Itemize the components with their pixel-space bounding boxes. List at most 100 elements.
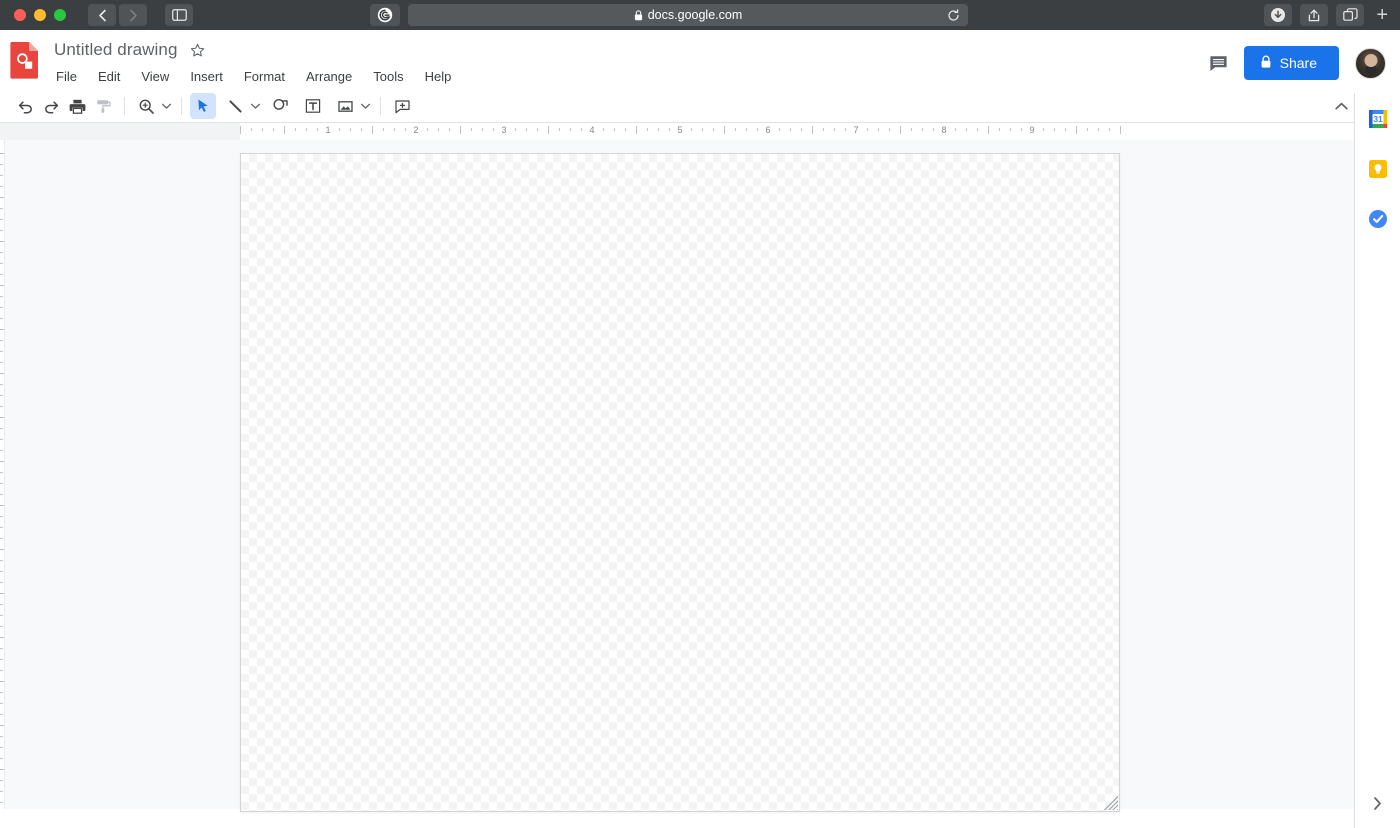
canvas-area[interactable] xyxy=(5,140,1400,812)
google-calendar-icon[interactable]: 31 xyxy=(1366,107,1390,131)
image-dropdown-caret[interactable] xyxy=(358,93,372,119)
ruler-tick xyxy=(647,128,648,131)
add-comment-button[interactable] xyxy=(389,93,415,119)
ruler-tick xyxy=(0,307,3,308)
ruler-tick xyxy=(625,128,626,131)
ruler-tick xyxy=(922,128,923,131)
ruler-tick xyxy=(0,263,3,264)
ruler-tick xyxy=(867,128,868,131)
ruler-tick xyxy=(1054,128,1055,131)
zoom-button[interactable] xyxy=(133,93,159,119)
back-button[interactable] xyxy=(88,4,116,26)
ruler-tick xyxy=(801,128,802,131)
ruler-label: 3 xyxy=(501,125,507,135)
reload-icon[interactable] xyxy=(947,8,960,22)
ruler-tick xyxy=(438,128,439,131)
star-icon[interactable] xyxy=(190,43,205,58)
share-button[interactable] xyxy=(1300,4,1329,26)
ruler-tick xyxy=(339,128,340,131)
ruler-tick xyxy=(372,126,373,134)
google-tasks-icon[interactable] xyxy=(1366,207,1390,231)
ruler-tick xyxy=(0,780,3,781)
ruler-tick xyxy=(570,128,571,131)
menu-file[interactable]: File xyxy=(54,68,79,85)
ruler-label: 9 xyxy=(1029,125,1035,135)
menu-arrange[interactable]: Arrange xyxy=(304,68,354,85)
ruler-tick xyxy=(471,128,472,131)
ruler-tick xyxy=(0,571,3,572)
menu-format[interactable]: Format xyxy=(242,68,287,85)
drawing-toolbar xyxy=(0,90,1400,123)
ruler-tick xyxy=(537,128,538,131)
zoom-dropdown-caret[interactable] xyxy=(159,93,173,119)
menu-view[interactable]: View xyxy=(139,68,171,85)
comment-history-icon[interactable] xyxy=(1209,54,1228,73)
ruler-label: 4 xyxy=(589,125,595,135)
avatar[interactable] xyxy=(1355,47,1386,79)
menu-help[interactable]: Help xyxy=(423,68,454,85)
undo-button[interactable] xyxy=(12,93,38,119)
ruler-tick xyxy=(240,126,241,134)
close-window-button[interactable] xyxy=(14,9,26,21)
redo-button[interactable] xyxy=(38,93,64,119)
share-button[interactable]: Share xyxy=(1243,46,1339,80)
workspace xyxy=(0,140,1400,812)
toolbar-divider xyxy=(181,97,182,115)
ruler-tick xyxy=(449,128,450,131)
drawing-canvas[interactable] xyxy=(240,153,1120,812)
ruler-tick xyxy=(1098,128,1099,131)
ruler-tick xyxy=(977,128,978,131)
new-tab-button[interactable]: + xyxy=(1372,5,1392,25)
line-dropdown-caret[interactable] xyxy=(248,93,262,119)
menu-edit[interactable]: Edit xyxy=(96,68,122,85)
url-field[interactable]: docs.google.com xyxy=(408,4,968,26)
ruler-tick xyxy=(1043,128,1044,131)
address-bar-group: docs.google.com xyxy=(370,4,968,26)
ruler-tick xyxy=(823,128,824,131)
maximize-window-button[interactable] xyxy=(54,9,66,21)
ruler-label: 1 xyxy=(325,125,331,135)
ruler-tick xyxy=(735,128,736,131)
menu-insert[interactable]: Insert xyxy=(188,68,225,85)
ruler-tick xyxy=(0,747,3,748)
ruler-tick xyxy=(702,128,703,131)
ruler-tick xyxy=(757,128,758,131)
ruler-tick xyxy=(559,128,560,131)
ruler-tick xyxy=(933,128,934,131)
collapse-toolbar-button[interactable] xyxy=(1328,93,1354,119)
line-tool-button[interactable] xyxy=(222,93,248,119)
print-button[interactable] xyxy=(64,93,90,119)
ruler-tick xyxy=(0,472,3,473)
tab-overview-button[interactable] xyxy=(1336,4,1365,26)
sidebar-toggle-button[interactable] xyxy=(165,4,193,26)
canvas-resize-handle[interactable] xyxy=(1103,795,1118,810)
expand-side-panel-button[interactable] xyxy=(1365,790,1391,816)
ruler-tick xyxy=(0,670,3,671)
ruler-tick xyxy=(603,128,604,131)
grammarly-extension-icon[interactable] xyxy=(370,4,400,26)
ruler-tick xyxy=(581,128,582,131)
svg-text:31: 31 xyxy=(1373,114,1383,124)
document-title[interactable]: Untitled drawing xyxy=(54,40,178,60)
ruler-tick xyxy=(0,648,3,649)
ruler-tick xyxy=(0,527,3,528)
minimize-window-button[interactable] xyxy=(34,9,46,21)
ruler-tick xyxy=(988,126,989,134)
text-box-tool-button[interactable] xyxy=(300,93,326,119)
menu-tools[interactable]: Tools xyxy=(371,68,405,85)
forward-button[interactable] xyxy=(119,4,147,26)
downloads-button[interactable] xyxy=(1264,4,1293,26)
select-tool-button[interactable] xyxy=(190,93,216,119)
horizontal-ruler[interactable]: 1 2 3 4 5 6 7 8 9 xyxy=(240,123,1354,140)
ruler-tick xyxy=(383,128,384,131)
ruler-tick xyxy=(0,439,3,440)
ruler-tick xyxy=(0,362,3,363)
image-tool-button[interactable] xyxy=(332,93,358,119)
ruler-tick xyxy=(779,128,780,131)
ruler-tick xyxy=(1120,126,1121,134)
paint-format-button[interactable] xyxy=(90,93,116,119)
ruler-tick xyxy=(262,128,263,131)
google-keep-icon[interactable] xyxy=(1366,157,1390,181)
shape-tool-button[interactable] xyxy=(268,93,294,119)
ruler-tick xyxy=(614,128,615,131)
